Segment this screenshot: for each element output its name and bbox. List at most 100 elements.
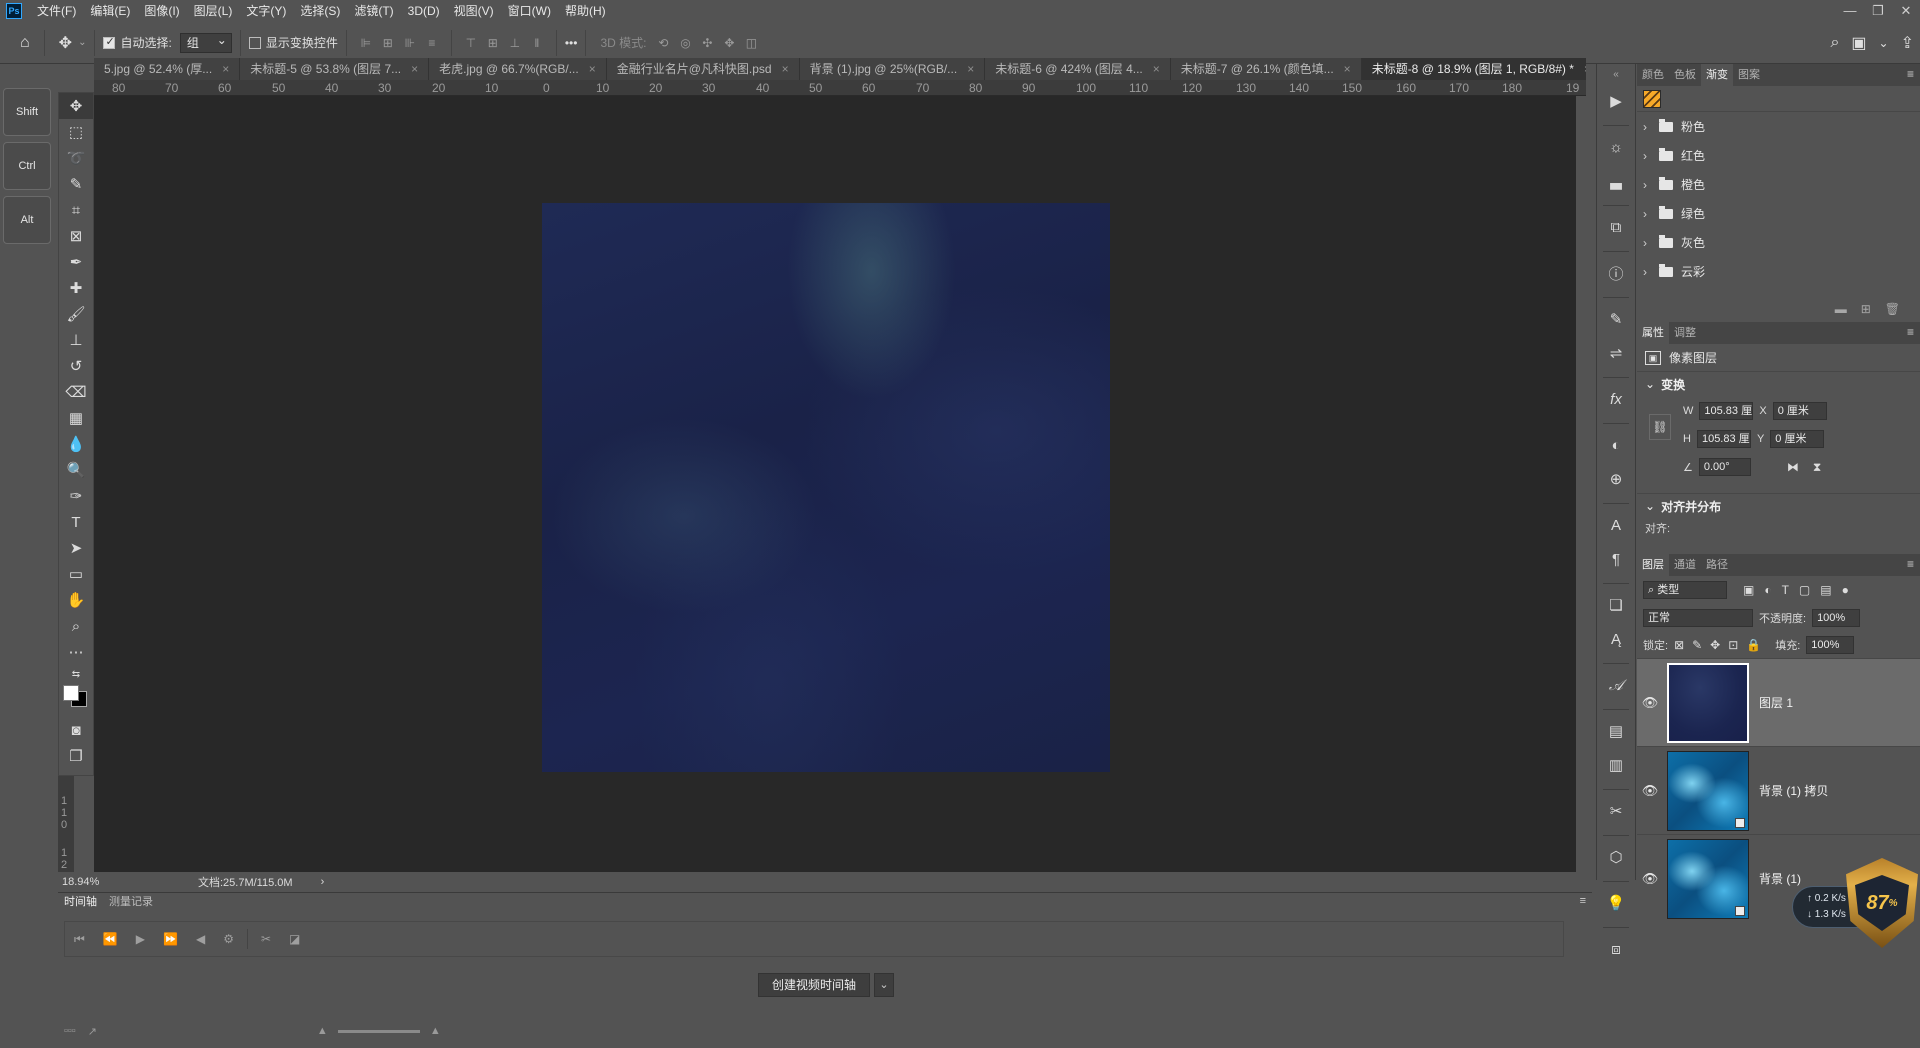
tools-icon[interactable]: ✂ (1597, 794, 1635, 828)
swap-colors-icon[interactable]: ⇆ (59, 665, 93, 683)
collapse-dock-icon[interactable]: « (1597, 64, 1635, 84)
align-left-icon[interactable]: ⊫ (355, 33, 377, 53)
layer-row[interactable]: 👁 图层 1 (1637, 658, 1920, 746)
filter-type-icons[interactable]: ▣◐T▢▤● (1743, 583, 1859, 597)
blend-mode-select[interactable]: 正常 (1643, 609, 1753, 627)
auto-select-checkbox[interactable] (103, 35, 116, 49)
character-styles-icon[interactable]: ❏ (1597, 588, 1635, 622)
character-icon[interactable]: A (1597, 508, 1635, 542)
marquee-tool-icon[interactable]: ⬚ (59, 119, 93, 145)
close-icon[interactable]: × (1153, 62, 1160, 76)
type-tool-icon[interactable]: T (59, 509, 93, 535)
eye-icon[interactable]: 👁 (1637, 871, 1663, 887)
height-field[interactable]: 105.83 厘 (1696, 430, 1751, 448)
fill-field[interactable]: 100% (1806, 636, 1855, 654)
menu-layer[interactable]: 图层(L) (187, 0, 240, 22)
libraries-icon[interactable]: ☼ (1597, 130, 1635, 164)
preset-dropdown-icon[interactable]: ⌄ (78, 37, 86, 48)
tab-swatches[interactable]: 色板 (1669, 64, 1701, 86)
tab-channels[interactable]: 通道 (1669, 554, 1701, 576)
close-icon[interactable]: × (967, 62, 974, 76)
play-icon[interactable]: ▶ (136, 932, 145, 946)
home-icon[interactable]: ⌂ (20, 34, 30, 52)
3d-slide-icon[interactable]: ✥ (718, 33, 740, 53)
align-bottom-icon[interactable]: ⊥ (504, 33, 526, 53)
restore-button[interactable]: ❐ (1864, 3, 1892, 19)
info-icon[interactable]: ⓘ (1597, 256, 1635, 290)
scissors-icon[interactable]: ✂ (261, 932, 271, 946)
doc-tab[interactable]: 5.jpg @ 52.4% (厚... × (94, 58, 241, 80)
chevron-down-icon[interactable]: ⌄ (1645, 499, 1655, 513)
minimize-button[interactable]: — (1836, 3, 1864, 19)
lock-icons[interactable]: ⊠✎✥⊡🔒 (1674, 638, 1769, 652)
create-video-timeline-button[interactable]: 创建视频时间轴 (758, 973, 870, 997)
trash-icon[interactable]: 🗑 (1885, 302, 1900, 316)
zoom-level[interactable]: 18.94% (58, 876, 136, 888)
tab-properties[interactable]: 属性 (1637, 322, 1669, 344)
frame-animation-icon[interactable]: ▫▫▫ (64, 1025, 76, 1037)
foreground-color-swatch[interactable] (63, 685, 79, 701)
next-frame-icon[interactable]: ⏩ (163, 932, 178, 946)
list-item[interactable]: › 橙色 (1637, 170, 1920, 199)
chevron-right-icon[interactable]: › (1643, 236, 1655, 250)
align-right-icon[interactable]: ⊪ (399, 33, 421, 53)
lasso-tool-icon[interactable]: ➰ (59, 145, 93, 171)
tab-color[interactable]: 颜色 (1637, 64, 1669, 86)
list-item[interactable]: › 粉色 (1637, 112, 1920, 141)
close-window-button[interactable]: ✕ (1892, 3, 1920, 19)
doc-tab[interactable]: 未标题-5 @ 53.8% (图层 7... × (240, 58, 430, 80)
brush-tool-icon[interactable]: 🖌 (59, 301, 93, 327)
convert-icon[interactable]: ↗ (88, 1025, 97, 1038)
doc-tab[interactable]: 背景 (1).jpg @ 25%(RGB/... × (799, 58, 986, 80)
ctrl-key-button[interactable]: Ctrl (3, 142, 51, 190)
eraser-tool-icon[interactable]: ⌫ (59, 379, 93, 405)
document-canvas[interactable] (542, 203, 1110, 772)
panel-menu-icon[interactable]: ≡ (1907, 67, 1914, 81)
healing-brush-tool-icon[interactable]: ✚ (59, 275, 93, 301)
layer-comps-icon[interactable]: ▥ (1597, 748, 1635, 782)
crop-tool-icon[interactable]: ⌗ (59, 197, 93, 223)
flip-horizontal-icon[interactable]: ⧓ (1787, 460, 1799, 474)
shift-key-button[interactable]: Shift (3, 88, 51, 136)
list-item[interactable]: › 红色 (1637, 141, 1920, 170)
blur-tool-icon[interactable]: 💧 (59, 431, 93, 457)
show-transform-checkbox[interactable] (248, 36, 261, 49)
transition-icon[interactable]: ◪ (289, 932, 300, 946)
link-proportions-icon[interactable]: ⛓ (1649, 414, 1671, 440)
brush-settings-icon[interactable]: ✎ (1597, 302, 1635, 336)
rectangle-tool-icon[interactable]: ▭ (59, 561, 93, 587)
align-section-header[interactable]: ⌄ 对齐并分布 (1637, 494, 1920, 518)
align-top-icon[interactable]: ⊤ (460, 33, 482, 53)
pen-tool-icon[interactable]: ✑ (59, 483, 93, 509)
y-field[interactable]: 0 厘米 (1770, 430, 1825, 448)
move-tool-preset-icon[interactable]: ✥ (59, 33, 72, 53)
actions-icon[interactable]: ▶ (1597, 84, 1635, 118)
tab-measurement-log[interactable]: 测量记录 (103, 893, 159, 909)
zoom-out-icon[interactable]: ▲ (317, 1025, 328, 1037)
zoom-tool-icon[interactable]: ⌕ (59, 613, 93, 639)
workspace-icon[interactable]: ▣ (1851, 33, 1866, 53)
menu-help[interactable]: 帮助(H) (558, 0, 613, 22)
menu-3d[interactable]: 3D(D) (401, 0, 447, 22)
eye-icon[interactable]: 👁 (1637, 783, 1663, 799)
width-field[interactable]: 105.83 厘 (1699, 402, 1754, 420)
clone-source-icon[interactable]: ◐ (1597, 428, 1635, 462)
settings-icon[interactable]: ⚙ (223, 932, 234, 946)
frame-tool-icon[interactable]: ⊠ (59, 223, 93, 249)
eyedropper-tool-icon[interactable]: ✒ (59, 249, 93, 275)
3d-scale-icon[interactable]: ◫ (740, 33, 762, 53)
align-vcenter-icon[interactable]: ⊞ (482, 33, 504, 53)
tab-adjustments[interactable]: 调整 (1669, 322, 1701, 344)
share-icon[interactable]: ⇪ (1901, 33, 1914, 53)
previous-frame-icon[interactable]: ⏪ (103, 932, 118, 946)
menu-window[interactable]: 窗口(W) (501, 0, 558, 22)
close-icon[interactable]: × (1344, 62, 1351, 76)
close-icon[interactable]: × (222, 62, 229, 76)
export-icon[interactable]: ⧈ (1597, 932, 1635, 966)
tab-paths[interactable]: 路径 (1701, 554, 1733, 576)
quick-selection-tool-icon[interactable]: ✎ (59, 171, 93, 197)
paragraph-icon[interactable]: ¶ (1597, 542, 1635, 576)
flip-vertical-icon[interactable]: ⧗ (1813, 460, 1821, 475)
panel-menu-icon[interactable]: ≡ (1907, 557, 1914, 571)
menu-type[interactable]: 文字(Y) (239, 0, 293, 22)
